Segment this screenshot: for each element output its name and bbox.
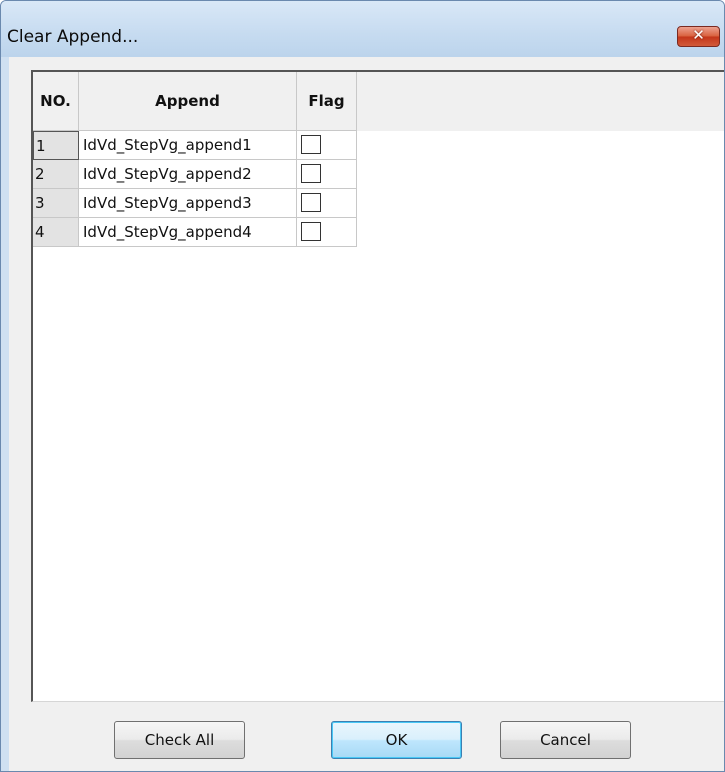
title-bar[interactable]: Clear Append... ✕ [1,1,724,57]
ok-button[interactable]: OK [331,721,462,759]
flag-cell [297,160,357,189]
dialog-client-area: NO. Append Flag 1 IdVd_StepVg_append1 2 … [9,57,724,771]
append-name-cell[interactable]: IdVd_StepVg_append3 [79,189,297,218]
column-header-flag[interactable]: Flag [297,72,357,131]
row-number-cell[interactable]: 1 [33,131,79,160]
row-number-cell[interactable]: 2 [33,160,79,189]
cancel-button[interactable]: Cancel [500,721,631,759]
column-header-no[interactable]: NO. [33,72,79,131]
table-row: 2 IdVd_StepVg_append2 [33,160,357,189]
flag-checkbox[interactable] [301,164,321,183]
column-header-append[interactable]: Append [79,72,297,131]
window-title: Clear Append... [7,27,139,47]
flag-cell [297,218,357,247]
append-name-cell[interactable]: IdVd_StepVg_append4 [79,218,297,247]
clear-append-dialog: Clear Append... ✕ NO. Append Flag 1 IdVd… [0,0,725,772]
row-number-cell[interactable]: 3 [33,189,79,218]
flag-checkbox[interactable] [301,135,321,154]
close-icon: ✕ [692,26,705,44]
flag-checkbox[interactable] [301,222,321,241]
append-table: NO. Append Flag 1 IdVd_StepVg_append1 2 … [31,70,724,702]
flag-cell [297,189,357,218]
flag-checkbox[interactable] [301,193,321,212]
check-all-button[interactable]: Check All [114,721,245,759]
table-row: 3 IdVd_StepVg_append3 [33,189,357,218]
row-number-cell[interactable]: 4 [33,218,79,247]
table-row: 1 IdVd_StepVg_append1 [33,131,357,160]
close-button[interactable]: ✕ [677,26,720,47]
append-name-cell[interactable]: IdVd_StepVg_append1 [79,131,297,160]
table-row: 4 IdVd_StepVg_append4 [33,218,357,247]
flag-cell [297,131,357,160]
append-name-cell[interactable]: IdVd_StepVg_append2 [79,160,297,189]
